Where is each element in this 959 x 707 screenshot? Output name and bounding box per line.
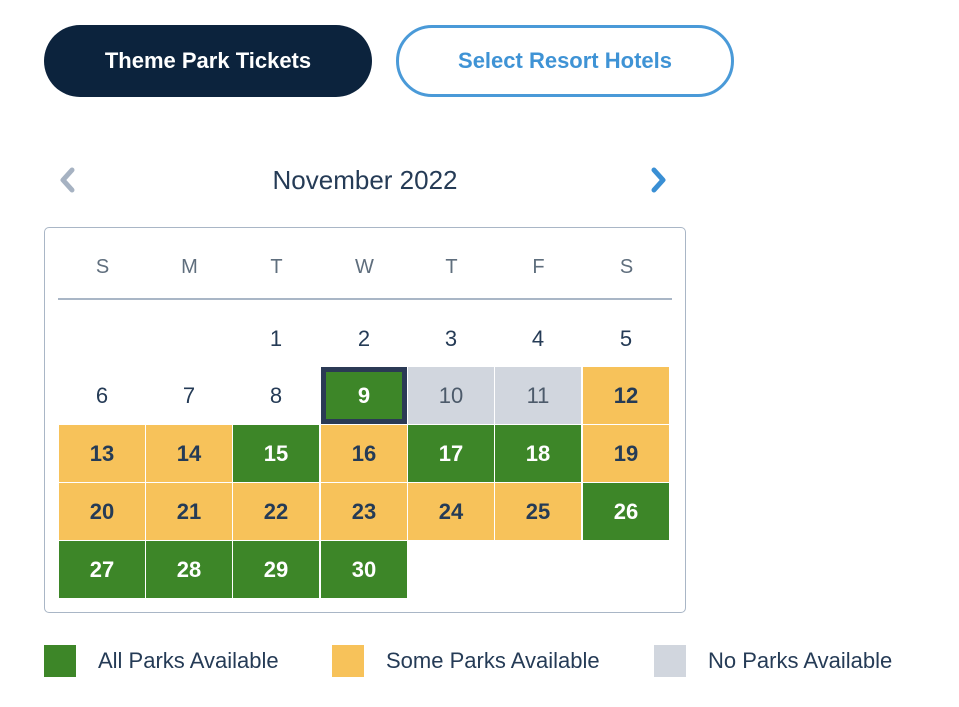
calendar-day-11[interactable]: 11 (495, 367, 581, 424)
weekday-label: T (270, 256, 283, 278)
calendar-day-9[interactable]: 9 (321, 367, 407, 424)
legend-label: All Parks Available (98, 648, 279, 673)
calendar-day-2[interactable]: 2 (321, 310, 407, 367)
calendar-day-30[interactable]: 30 (321, 541, 407, 598)
calendar-day-15[interactable]: 15 (233, 425, 319, 482)
month-navigation: November 2022 (44, 160, 686, 200)
legend-item-none: No Parks Available (654, 645, 892, 677)
calendar-day-10[interactable]: 10 (408, 367, 494, 424)
calendar-day-3[interactable]: 3 (408, 310, 494, 367)
weekday-label: F (532, 256, 545, 278)
calendar-day-6[interactable]: 6 (59, 367, 145, 424)
calendar-day-5[interactable]: 5 (583, 310, 669, 367)
month-title: November 2022 (272, 165, 458, 195)
weekday-label: S (95, 256, 110, 278)
next-month-button[interactable] (642, 164, 674, 196)
legend-label: No Parks Available (708, 648, 893, 673)
calendar-day-25[interactable]: 25 (495, 483, 581, 540)
calendar-day-26[interactable]: 26 (583, 483, 669, 540)
calendar-day-7[interactable]: 7 (146, 367, 232, 424)
calendar-day-17[interactable]: 17 (408, 425, 494, 482)
weekday-label: T (445, 256, 458, 278)
legend-swatch-all (44, 645, 76, 677)
calendar-day-21[interactable]: 21 (146, 483, 232, 540)
select-resort-hotels-label: Select Resort Hotels (458, 48, 672, 73)
theme-park-tickets-tab[interactable]: Theme Park Tickets (44, 25, 372, 97)
calendar-day-18[interactable]: 18 (495, 425, 581, 482)
calendar-day-13[interactable]: 13 (59, 425, 145, 482)
weekday-divider (58, 298, 672, 300)
legend-label: Some Parks Available (386, 648, 600, 673)
legend-item-all: All Parks Available (44, 645, 279, 677)
calendar-day-29[interactable]: 29 (233, 541, 319, 598)
select-resort-hotels-tab[interactable]: Select Resort Hotels (396, 25, 734, 97)
legend-swatch-none (654, 645, 686, 677)
calendar-day-4[interactable]: 4 (495, 310, 581, 367)
calendar-day-24[interactable]: 24 (408, 483, 494, 540)
calendar-day-14[interactable]: 14 (146, 425, 232, 482)
legend-swatch-some (332, 645, 364, 677)
calendar-day-23[interactable]: 23 (321, 483, 407, 540)
calendar-day-22[interactable]: 22 (233, 483, 319, 540)
legend-item-some: Some Parks Available (332, 645, 600, 677)
calendar-day-16[interactable]: 16 (321, 425, 407, 482)
weekday-label: S (619, 256, 634, 278)
calendar-day-8[interactable]: 8 (233, 367, 319, 424)
calendar-day-1[interactable]: 1 (233, 310, 319, 367)
calendar-day-27[interactable]: 27 (59, 541, 145, 598)
weekday-label: M (181, 256, 198, 278)
chevron-right-icon (651, 167, 666, 193)
calendar-day-19[interactable]: 19 (583, 425, 669, 482)
theme-park-tickets-label: Theme Park Tickets (104, 48, 312, 73)
calendar-day-20[interactable]: 20 (59, 483, 145, 540)
calendar-day-28[interactable]: 28 (146, 541, 232, 598)
weekday-label: W (355, 256, 374, 278)
calendar-day-12[interactable]: 12 (583, 367, 669, 424)
